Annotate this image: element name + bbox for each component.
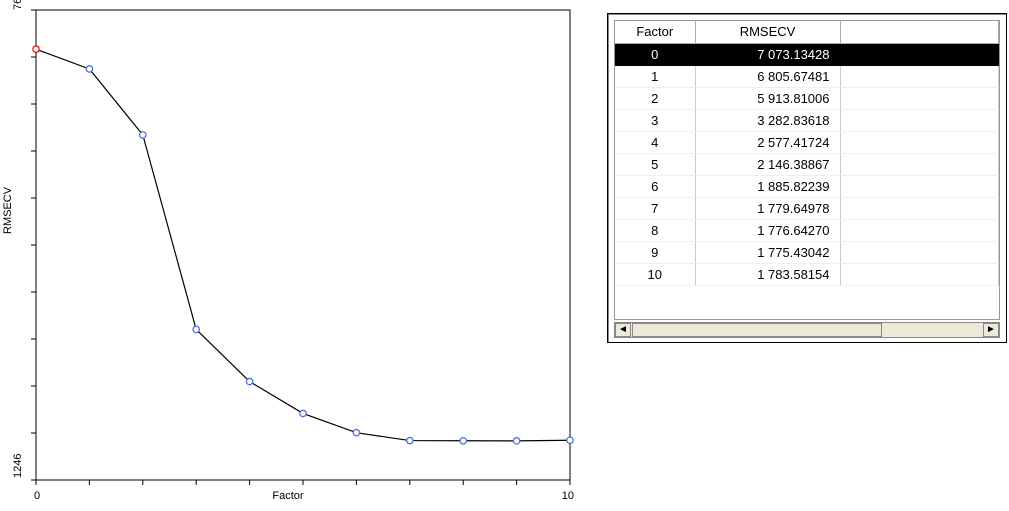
- cell-empty: [840, 87, 999, 109]
- table-row[interactable]: 16 805.67481: [615, 65, 999, 87]
- cell-factor: 6: [615, 175, 695, 197]
- table-row[interactable]: 07 073.13428: [615, 43, 999, 65]
- chart-marker: [407, 437, 413, 443]
- table-row[interactable]: 25 913.81006: [615, 87, 999, 109]
- cell-factor: 4: [615, 131, 695, 153]
- chart-marker: [300, 410, 306, 416]
- table-row[interactable]: 61 885.82239: [615, 175, 999, 197]
- chart-marker: [246, 378, 252, 384]
- cell-factor: 9: [615, 241, 695, 263]
- table-row[interactable]: 91 775.43042: [615, 241, 999, 263]
- cell-empty: [840, 241, 999, 263]
- cell-empty: [840, 43, 999, 65]
- cell-rmsecv: 2 577.41724: [695, 131, 840, 153]
- cell-empty: [840, 219, 999, 241]
- cell-rmsecv: 2 146.38867: [695, 153, 840, 175]
- y-tick-min: 1246: [12, 454, 24, 478]
- plot-frame: [36, 10, 570, 480]
- scroll-thumb[interactable]: [632, 323, 882, 337]
- cell-rmsecv: 1 783.58154: [695, 263, 840, 285]
- cell-factor: 2: [615, 87, 695, 109]
- chart-svg: [0, 0, 576, 511]
- chart-marker: [33, 46, 39, 52]
- col-header-empty: [840, 21, 999, 43]
- cell-rmsecv: 1 775.43042: [695, 241, 840, 263]
- cell-factor: 5: [615, 153, 695, 175]
- cell-rmsecv: 1 885.82239: [695, 175, 840, 197]
- chart-marker: [193, 326, 199, 332]
- cell-empty: [840, 153, 999, 175]
- cell-rmsecv: 3 282.83618: [695, 109, 840, 131]
- table-row[interactable]: 101 783.58154: [615, 263, 999, 285]
- table-row[interactable]: 52 146.38867: [615, 153, 999, 175]
- cell-empty: [840, 65, 999, 87]
- rmsecv-table-scroll[interactable]: Factor RMSECV 07 073.1342816 805.6748125…: [614, 20, 1000, 320]
- y-axis-label: RMSECV: [2, 187, 14, 234]
- cell-rmsecv: 7 073.13428: [695, 43, 840, 65]
- x-tick-max: 10: [562, 490, 574, 502]
- cell-rmsecv: 6 805.67481: [695, 65, 840, 87]
- horizontal-scrollbar[interactable]: ◄ ►: [614, 322, 1000, 338]
- table-row[interactable]: 71 779.64978: [615, 197, 999, 219]
- chart-marker: [353, 429, 359, 435]
- chart-marker: [140, 132, 146, 138]
- cell-rmsecv: 5 913.81006: [695, 87, 840, 109]
- col-header-rmsecv[interactable]: RMSECV: [695, 21, 840, 43]
- table-header-row: Factor RMSECV: [615, 21, 999, 43]
- cell-rmsecv: 1 776.64270: [695, 219, 840, 241]
- chart-marker: [460, 438, 466, 444]
- x-tick-min: 0: [34, 490, 40, 502]
- cell-factor: 7: [615, 197, 695, 219]
- table-row[interactable]: 81 776.64270: [615, 219, 999, 241]
- cell-empty: [840, 175, 999, 197]
- cell-factor: 8: [615, 219, 695, 241]
- scroll-right-button[interactable]: ►: [983, 323, 999, 337]
- table-row[interactable]: 42 577.41724: [615, 131, 999, 153]
- rmsecv-chart: 7603 1246 RMSECV 0 Factor 10: [0, 0, 576, 511]
- rmsecv-table: Factor RMSECV 07 073.1342816 805.6748125…: [615, 21, 999, 286]
- rmsecv-table-panel: Factor RMSECV 07 073.1342816 805.6748125…: [607, 13, 1007, 343]
- x-axis-label: Factor: [272, 490, 303, 502]
- cell-rmsecv: 1 779.64978: [695, 197, 840, 219]
- stage: 7603 1246 RMSECV 0 Factor 10 Factor RMSE…: [0, 0, 1009, 511]
- chart-marker: [86, 66, 92, 72]
- scroll-left-button[interactable]: ◄: [615, 323, 631, 337]
- table-row[interactable]: 33 282.83618: [615, 109, 999, 131]
- cell-factor: 10: [615, 263, 695, 285]
- cell-empty: [840, 197, 999, 219]
- chart-marker: [567, 437, 573, 443]
- cell-factor: 0: [615, 43, 695, 65]
- y-tick-max: 7603: [12, 0, 24, 10]
- cell-factor: 3: [615, 109, 695, 131]
- chart-marker: [513, 438, 519, 444]
- cell-empty: [840, 109, 999, 131]
- cell-factor: 1: [615, 65, 695, 87]
- cell-empty: [840, 263, 999, 285]
- cell-empty: [840, 131, 999, 153]
- col-header-factor[interactable]: Factor: [615, 21, 695, 43]
